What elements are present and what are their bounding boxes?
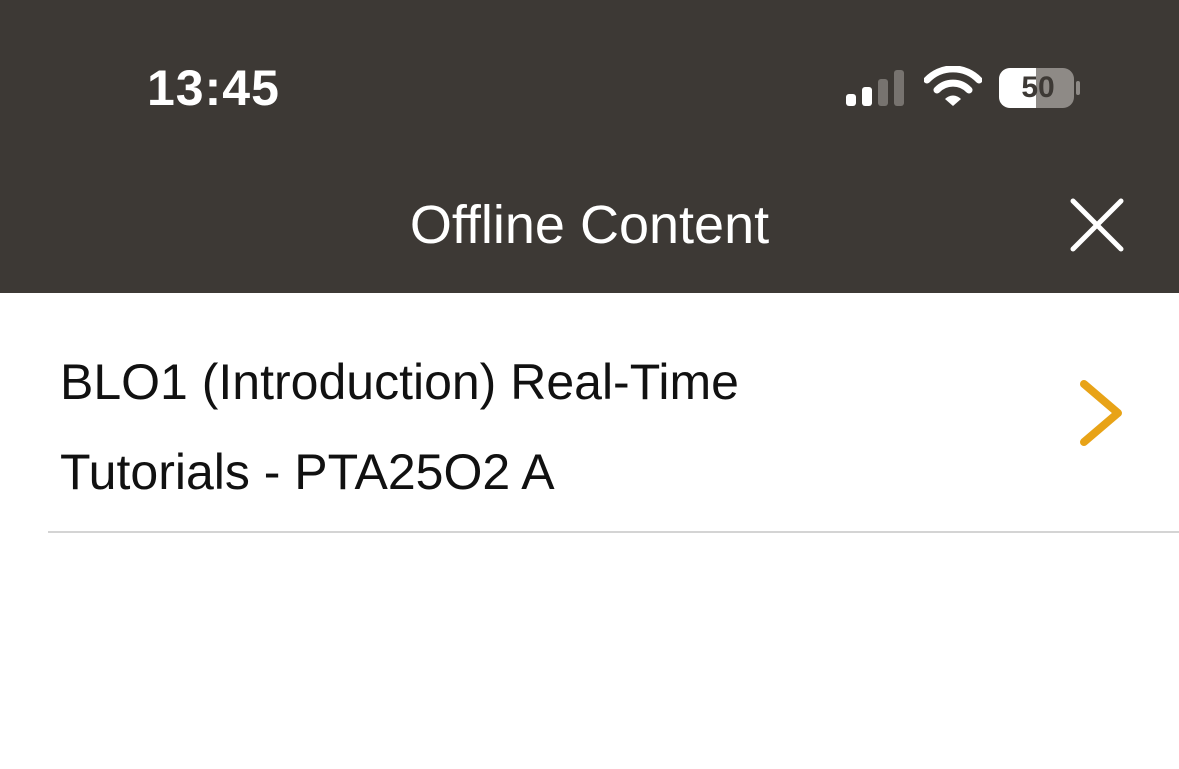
page-title: Offline Content (409, 195, 770, 255)
list-item-label-line-2: Tutorials - PTA25O2 A (60, 444, 555, 500)
list-item-label-line-1: BLO1 (Introduction) Real-Time (60, 354, 739, 410)
list-item-offline-course[interactable]: BLO1 (Introduction) Real-Time Tutorials … (0, 293, 1179, 532)
battery-level: 50 (1021, 71, 1055, 104)
close-button[interactable] (1062, 190, 1132, 260)
top-header: 13:45 50 Offline Content (0, 0, 1179, 293)
cellular-signal-icon (846, 70, 904, 106)
status-bar: 13:45 50 (0, 0, 1179, 170)
chevron-right-icon (1080, 380, 1122, 446)
close-icon (1070, 198, 1124, 252)
wifi-icon (924, 66, 982, 106)
list-item-label: BLO1 (Introduction) Real-Time Tutorials … (60, 337, 960, 517)
list-divider (48, 531, 1179, 533)
status-time: 13:45 (147, 60, 280, 116)
